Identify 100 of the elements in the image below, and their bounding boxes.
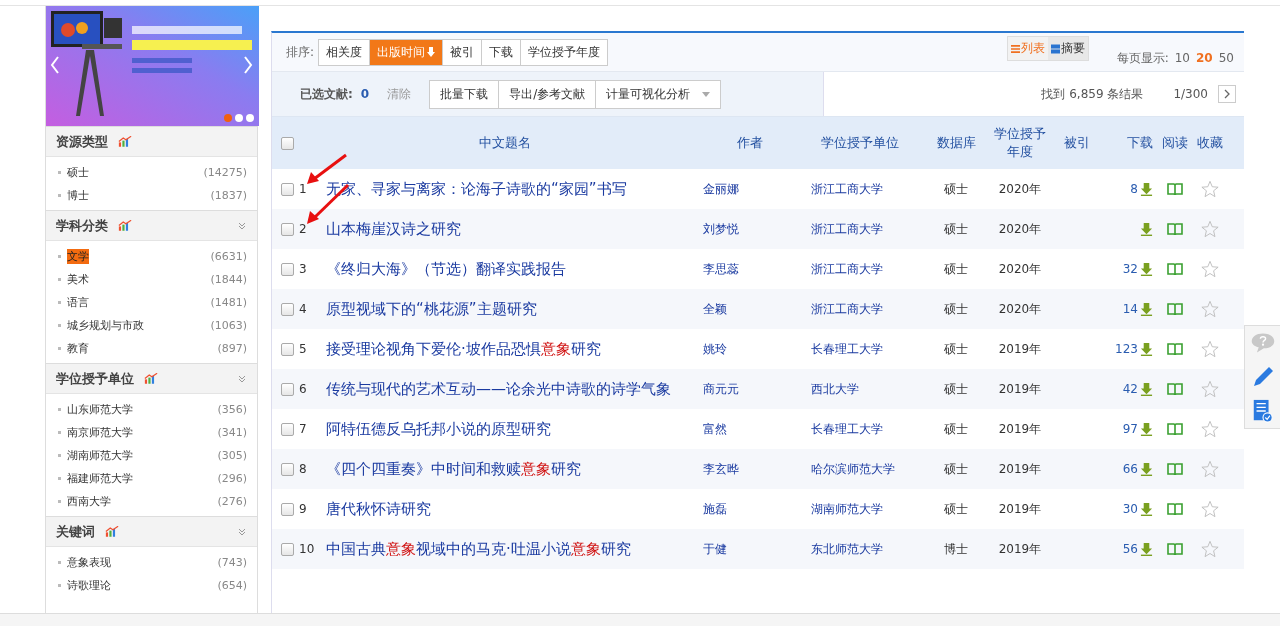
institution-link[interactable]: 西北大学 [811, 380, 859, 398]
toolbar-button[interactable]: 导出/参考文献 [498, 80, 596, 108]
author-link[interactable]: 李玄晔 [703, 460, 739, 478]
author-link[interactable]: 施磊 [703, 500, 727, 518]
select-all-checkbox[interactable] [281, 136, 294, 150]
title-link[interactable]: 传统与现代的艺术互动——论余光中诗歌的诗学气象 [326, 373, 671, 405]
institution-link[interactable]: 浙江工商大学 [811, 220, 883, 238]
star-icon[interactable] [1201, 180, 1219, 198]
filter-item[interactable]: 西南大学 [67, 494, 111, 509]
star-icon[interactable] [1201, 500, 1219, 518]
filter-item[interactable]: 意象表现 [67, 555, 111, 570]
book-icon[interactable] [1167, 463, 1183, 475]
filter-item[interactable]: 诗歌理论 [67, 578, 111, 593]
book-icon[interactable] [1167, 383, 1183, 395]
row-checkbox[interactable] [281, 382, 294, 396]
download-icon[interactable] [1140, 542, 1153, 556]
star-icon[interactable] [1201, 340, 1219, 358]
download-icon[interactable] [1140, 222, 1153, 236]
download-icon[interactable] [1140, 302, 1153, 316]
filter-item[interactable]: 山东师范大学 [67, 402, 133, 417]
column-header[interactable]: 阅读 [1162, 134, 1188, 152]
section-header[interactable]: 资源类型 [46, 126, 257, 157]
author-link[interactable]: 李思蕊 [703, 260, 739, 278]
download-icon[interactable] [1140, 502, 1153, 516]
download-icon[interactable] [1140, 382, 1153, 396]
bar-chart-icon[interactable] [105, 526, 119, 537]
section-header[interactable]: 学科分类 [46, 210, 257, 241]
title-link[interactable]: 山本梅崖汉诗之研究 [326, 213, 461, 245]
star-icon[interactable] [1201, 220, 1219, 238]
filter-item[interactable]: 语言 [67, 295, 89, 310]
institution-link[interactable]: 长春理工大学 [811, 340, 883, 358]
row-checkbox[interactable] [281, 222, 294, 236]
help-bubble-icon[interactable] [1249, 331, 1276, 355]
carousel-dot[interactable] [246, 114, 254, 122]
column-header[interactable]: 学位授予年度 [992, 124, 1048, 162]
row-checkbox[interactable] [281, 342, 294, 356]
star-icon[interactable] [1201, 380, 1219, 398]
title-link[interactable]: 阿特伍德反乌托邦小说的原型研究 [326, 413, 551, 445]
bar-chart-icon[interactable] [118, 136, 132, 147]
expand-chevron-icon[interactable] [237, 526, 247, 537]
download-icon[interactable] [1140, 462, 1153, 476]
sort-button[interactable]: 相关度 [319, 39, 370, 65]
row-checkbox[interactable] [281, 502, 294, 516]
download-icon[interactable] [1140, 182, 1153, 196]
filter-item[interactable]: 南京师范大学 [67, 425, 133, 440]
book-icon[interactable] [1167, 183, 1183, 195]
carousel-dot[interactable] [224, 114, 232, 122]
book-icon[interactable] [1167, 303, 1183, 315]
title-link[interactable]: 中国古典意象视域中的马克·吐温小说意象研究 [326, 533, 631, 565]
column-header[interactable]: 数据库 [936, 134, 976, 152]
download-icon[interactable] [1140, 342, 1153, 356]
institution-link[interactable]: 浙江工商大学 [811, 180, 883, 198]
row-checkbox[interactable] [281, 182, 294, 196]
row-checkbox[interactable] [281, 262, 294, 276]
column-header[interactable]: 作者 [737, 134, 763, 152]
filter-item[interactable]: 硕士 [67, 165, 89, 180]
column-header[interactable]: 被引 [1064, 134, 1090, 152]
next-page-button[interactable] [1218, 85, 1236, 103]
author-link[interactable]: 刘梦悦 [703, 220, 739, 238]
column-header[interactable]: 下载 [1127, 134, 1153, 152]
institution-link[interactable]: 东北师范大学 [811, 540, 883, 558]
sort-button[interactable]: 学位授予年度 [520, 39, 608, 65]
title-link[interactable]: 《终归大海》（节选）翻译实践报告 [326, 253, 566, 285]
sort-button[interactable]: 被引 [442, 39, 482, 65]
star-icon[interactable] [1201, 260, 1219, 278]
title-link[interactable]: 唐代秋怀诗研究 [326, 493, 431, 525]
filter-item[interactable]: 博士 [67, 188, 89, 203]
page-size-option[interactable]: 10 [1174, 51, 1190, 65]
institution-link[interactable]: 浙江工商大学 [811, 260, 883, 278]
column-header[interactable]: 学位授予单位 [821, 134, 899, 152]
filter-item[interactable]: 文学 [67, 249, 89, 264]
bar-chart-icon[interactable] [144, 373, 158, 384]
book-icon[interactable] [1167, 503, 1183, 515]
book-icon[interactable] [1167, 423, 1183, 435]
row-checkbox[interactable] [281, 462, 294, 476]
download-icon[interactable] [1140, 262, 1153, 276]
row-checkbox[interactable] [281, 542, 294, 556]
institution-link[interactable]: 湖南师范大学 [811, 500, 883, 518]
row-checkbox[interactable] [281, 302, 294, 316]
author-link[interactable]: 姚玲 [703, 340, 727, 358]
star-icon[interactable] [1201, 460, 1219, 478]
title-link[interactable]: 原型视域下的“桃花源”主题研究 [326, 293, 537, 325]
dropdown-button[interactable]: 计量可视化分析 [595, 80, 721, 108]
column-header[interactable]: 中文题名 [478, 134, 531, 152]
author-link[interactable]: 富然 [703, 420, 727, 438]
expand-chevron-icon[interactable] [237, 373, 247, 384]
filter-item[interactable]: 湖南师范大学 [67, 448, 133, 463]
star-icon[interactable] [1201, 420, 1219, 438]
author-link[interactable]: 商元元 [703, 380, 739, 398]
section-header[interactable]: 关键词 [46, 516, 257, 547]
book-icon[interactable] [1167, 223, 1183, 235]
title-link[interactable]: 接受理论视角下爱伦·坡作品恐惧意象研究 [326, 333, 601, 365]
filter-item[interactable]: 美术 [67, 272, 89, 287]
row-checkbox[interactable] [281, 422, 294, 436]
carousel-dot[interactable] [235, 114, 243, 122]
star-icon[interactable] [1201, 300, 1219, 318]
view-toggle[interactable]: 摘要 [1047, 37, 1088, 60]
filter-item[interactable]: 教育 [67, 341, 89, 356]
book-icon[interactable] [1167, 343, 1183, 355]
section-header[interactable]: 学位授予单位 [46, 363, 257, 394]
